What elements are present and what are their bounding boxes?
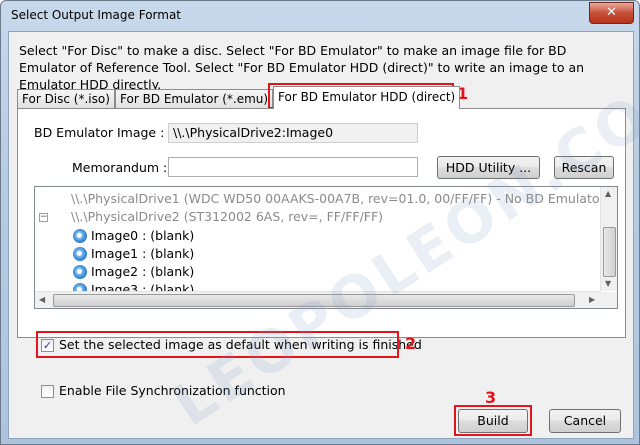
tree-item-image0[interactable]: Image0 : (blank) — [73, 227, 194, 245]
tree-item-label: Image0 : (blank) — [91, 228, 195, 243]
tree-item-label: Image2 : (blank) — [91, 264, 195, 279]
tree-item-image2[interactable]: Image2 : (blank) — [73, 263, 194, 281]
horizontal-scrollbar[interactable]: ◀ ▶ — [35, 291, 601, 308]
bd-emulator-image-field: \\.\PhysicalDrive2:Image0 — [168, 123, 418, 143]
tree-item-drive1[interactable]: \\.\PhysicalDrive1 (WDC WD50 00AAKS-00A7… — [71, 190, 617, 208]
collapse-icon[interactable]: − — [39, 213, 48, 222]
scroll-left-icon[interactable]: ◀ — [39, 295, 45, 304]
vertical-scroll-thumb[interactable] — [603, 227, 616, 277]
drive-tree[interactable]: \\.\PhysicalDrive1 (WDC WD50 00AAKS-00A7… — [34, 186, 618, 309]
dialog-window: Select Output Image Format ✕ Select "For… — [0, 0, 640, 445]
tab-for-bd-emulator-hdd[interactable]: For BD Emulator HDD (direct) — [273, 86, 461, 109]
window-title: Select Output Image Format — [11, 8, 182, 22]
scroll-up-icon[interactable]: ▲ — [605, 189, 611, 198]
vertical-scrollbar[interactable]: ▲ ▼ — [600, 187, 617, 291]
horizontal-scroll-thumb[interactable] — [53, 294, 575, 307]
image-label: BD Emulator Image : — [34, 125, 165, 140]
close-button[interactable]: ✕ — [589, 2, 634, 24]
memorandum-label: Memorandum : — [72, 160, 168, 175]
file-sync-checkbox[interactable] — [41, 385, 54, 398]
hdd-utility-button[interactable]: HDD Utility ... — [437, 156, 540, 179]
tree-item-image1[interactable]: Image1 : (blank) — [73, 245, 194, 263]
annotation-box-2 — [36, 331, 399, 358]
disc-icon — [73, 265, 87, 279]
file-sync-label[interactable]: Enable File Synchronization function — [59, 383, 286, 398]
title-bar[interactable]: Select Output Image Format ✕ — [1, 1, 639, 31]
tab-for-bd-emulator[interactable]: For BD Emulator (*.emu) — [115, 89, 274, 108]
scroll-right-icon[interactable]: ▶ — [589, 295, 595, 304]
tree-item-label: Image1 : (blank) — [91, 246, 195, 261]
tab-for-disc[interactable]: For Disc (*.iso) — [17, 89, 115, 108]
cancel-button[interactable]: Cancel — [549, 409, 621, 433]
tab-panel-hdd: BD Emulator Image : \\.\PhysicalDrive2:I… — [17, 108, 626, 338]
annotation-box-3 — [454, 405, 532, 436]
disc-icon — [73, 229, 87, 243]
disc-icon — [73, 247, 87, 261]
rescan-button[interactable]: Rescan — [554, 156, 614, 179]
scrollbar-corner — [601, 292, 617, 308]
dialog-client-area: Select "For Disc" to make a disc. Select… — [8, 31, 634, 439]
annotation-number-2: 2 — [405, 334, 417, 353]
scroll-down-icon[interactable]: ▼ — [605, 279, 611, 288]
memorandum-input[interactable] — [168, 157, 418, 177]
tree-item-drive2[interactable]: \\.\PhysicalDrive2 (ST312002 6AS, rev=, … — [71, 208, 383, 226]
